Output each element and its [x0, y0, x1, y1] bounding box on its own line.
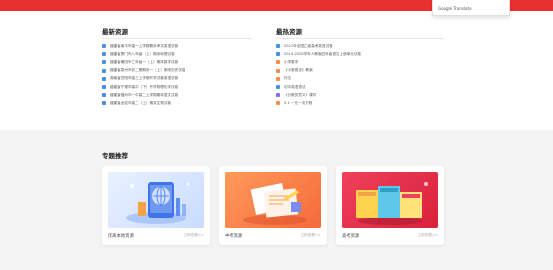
list-item-label: 2019-2020学年人教版四年级语文上册单元试卷: [284, 51, 362, 56]
list-item-label: 初中英语语法: [284, 84, 306, 89]
google-translate-popup[interactable]: Google Translate: [432, 0, 510, 16]
books-illustration-icon: [356, 182, 428, 225]
exam-paper-illustration-icon: [243, 182, 307, 225]
document-icon: [102, 44, 106, 49]
document-icon: [102, 93, 106, 98]
google-translate-label: Google Translate: [438, 6, 472, 11]
list-item[interactable]: 福建省泉州市初二期期末一（上）期末历史试卷: [102, 67, 252, 75]
list-item[interactable]: 湖南省岳阳市高三上学期开学试卷英语试卷: [102, 75, 252, 83]
video-icon: [276, 93, 280, 98]
list-item[interactable]: 作文: [276, 75, 444, 83]
list-item-label: 《分数的意义》课件: [284, 92, 317, 97]
list-item-label: 《小数乘法》教案: [284, 68, 313, 73]
list-item[interactable]: 《小数乘法》教案: [276, 67, 444, 75]
list-item[interactable]: 福建省莆田市三年级一（上）期末数学试卷: [102, 58, 252, 66]
list-item-label: 福建省福州市一中高二上学期期末语文试卷: [110, 92, 179, 97]
list-item[interactable]: 2021年全国乙卷高考英语试卷: [276, 42, 444, 50]
document-icon: [276, 60, 280, 65]
featured-topics-title: 专题推荐: [102, 152, 128, 160]
list-item[interactable]: 福建省厦门市八年级（上）期末地理试卷: [102, 50, 252, 58]
hot-resources-list: 2021年全国乙卷高考英语试卷 2019-2020学年人教版四年级语文上册单元试…: [276, 42, 444, 108]
card-title: 中考资源: [225, 234, 243, 239]
list-item[interactable]: 福建省龙岩市高二（上）期末生物试卷: [102, 99, 252, 107]
document-icon: [102, 52, 106, 57]
latest-resources-title: 最新资源: [102, 28, 128, 36]
document-icon: [102, 68, 106, 73]
list-item-label: 湖南省岳阳市高三上学期开学试卷英语试卷: [110, 76, 179, 81]
document-icon: [276, 76, 280, 81]
list-item[interactable]: 福建省福州市一中高二上学期期末语文试卷: [102, 91, 252, 99]
list-item-label: 2021年全国乙卷高考英语试卷: [284, 43, 333, 48]
list-item-label: 5.1 一元一次方程: [284, 100, 313, 105]
list-item-label: 福建省莆田市三年级一（上）期末数学试卷: [110, 59, 179, 64]
latest-resources-list: 福建省南平市高一上学期期末考试英语试卷 福建省厦门市八年级（上）期末地理试卷 福…: [102, 42, 252, 108]
list-item[interactable]: 福建省南平市高一上学期期末考试英语试卷: [102, 42, 252, 50]
document-icon: [102, 85, 106, 90]
zhongkao-banner: [225, 172, 321, 228]
list-item[interactable]: 小学数学: [276, 58, 444, 66]
featured-card-local[interactable]: 优质本地资源 立即查看>>: [102, 166, 210, 245]
document-icon: [102, 60, 106, 65]
gaokao-banner: [342, 172, 438, 228]
document-icon: [276, 68, 280, 73]
list-item-label: 福建省泉州市初二期期末一（上）期末历史试卷: [110, 68, 186, 73]
list-item-label: 福建省宁德市高中（下）开学物理化学试卷: [110, 84, 179, 89]
card-view-more-link[interactable]: 立即查看>>: [184, 233, 204, 238]
document-icon: [102, 76, 106, 81]
document-icon: [276, 101, 280, 106]
list-item[interactable]: 初中英语语法: [276, 83, 444, 91]
list-item[interactable]: 福建省宁德市高中（下）开学物理化学试卷: [102, 83, 252, 91]
document-icon: [102, 101, 106, 106]
list-item-label: 福建省龙岩市高二（上）期末生物试卷: [110, 100, 172, 105]
document-icon: [276, 44, 280, 49]
document-icon: [276, 85, 280, 90]
hot-divider: [276, 38, 444, 39]
document-icon: [276, 52, 280, 57]
list-item-label: 小学数学: [284, 59, 299, 64]
hot-resources-title: 最热资源: [276, 28, 302, 36]
list-item[interactable]: 《分数的意义》课件: [276, 91, 444, 99]
local-resources-banner: [108, 172, 204, 228]
card-view-more-link[interactable]: 立即查看>>: [301, 233, 321, 238]
list-item[interactable]: 2019-2020学年人教版四年级语文上册单元试卷: [276, 50, 444, 58]
list-item[interactable]: 5.1 一元一次方程: [276, 99, 444, 107]
featured-card-gaokao[interactable]: 高考资源 立即查看>>: [336, 166, 444, 245]
list-item-label: 福建省厦门市八年级（上）期末地理试卷: [110, 51, 175, 56]
card-title: 优质本地资源: [108, 234, 134, 239]
card-view-more-link[interactable]: 立即查看>>: [418, 233, 438, 238]
latest-divider: [102, 38, 252, 39]
featured-card-zhongkao[interactable]: 中考资源 立即查看>>: [219, 166, 327, 245]
card-title: 高考资源: [342, 234, 360, 239]
globe-illustration-icon: [126, 182, 190, 224]
list-item-label: 福建省南平市高一上学期期末考试英语试卷: [110, 43, 179, 48]
list-item-label: 作文: [284, 76, 292, 81]
